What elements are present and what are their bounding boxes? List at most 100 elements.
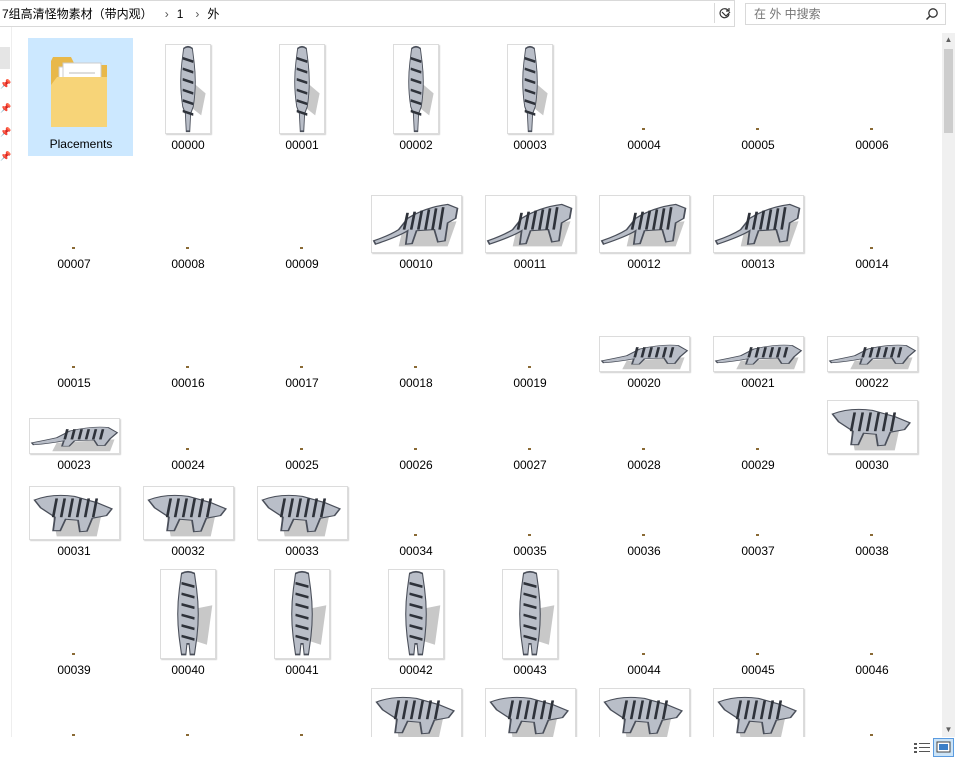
empty-thumbnail[interactable] <box>72 653 75 655</box>
file-name-label: 00045 <box>741 663 775 677</box>
file-thumbnail[interactable] <box>371 688 462 737</box>
tiger-sprite-image <box>375 696 455 737</box>
file-thumbnail[interactable] <box>29 418 120 454</box>
empty-thumbnail[interactable] <box>414 534 417 536</box>
refresh-button[interactable] <box>714 3 734 23</box>
empty-thumbnail[interactable] <box>642 128 645 130</box>
empty-thumbnail[interactable] <box>186 366 189 368</box>
large-icons-view-button[interactable] <box>933 738 954 757</box>
file-thumbnail[interactable] <box>599 195 690 253</box>
breadcrumb: 7组高清怪物素材（带内观） › 1 › 外 <box>0 5 717 22</box>
address-bar[interactable]: 7组高清怪物素材（带内观） › 1 › 外 <box>0 0 735 27</box>
empty-thumbnail[interactable] <box>186 247 189 249</box>
empty-thumbnail[interactable] <box>756 128 759 130</box>
file-thumbnail[interactable] <box>388 569 444 659</box>
empty-thumbnail[interactable] <box>756 653 759 655</box>
tiger-sprite-image <box>717 696 797 737</box>
empty-thumbnail[interactable] <box>300 448 303 450</box>
chevron-right-icon[interactable]: › <box>159 7 175 21</box>
pin-icon: 📌 <box>0 79 12 89</box>
breadcrumb-item-1[interactable]: 1 <box>175 7 190 21</box>
empty-thumbnail[interactable] <box>414 448 417 450</box>
details-view-icon[interactable] <box>913 740 931 756</box>
empty-thumbnail[interactable] <box>642 653 645 655</box>
folder-label: Placements <box>49 137 113 151</box>
file-name-label: 00027 <box>513 458 547 472</box>
scroll-up-arrow-icon[interactable]: ▲ <box>942 33 955 47</box>
file-thumbnail[interactable] <box>165 44 211 134</box>
file-thumbnail[interactable] <box>371 195 462 253</box>
file-thumbnail[interactable] <box>274 569 330 659</box>
empty-thumbnail[interactable] <box>300 366 303 368</box>
empty-thumbnail[interactable] <box>870 128 873 130</box>
file-thumbnail[interactable] <box>599 688 690 737</box>
nav-selected-item[interactable] <box>0 47 10 69</box>
file-list-view[interactable]: Placements 00000 00001 00002 00003 00004 0000… <box>14 27 940 737</box>
file-thumbnail[interactable] <box>393 44 439 134</box>
empty-thumbnail[interactable] <box>642 448 645 450</box>
empty-thumbnail[interactable] <box>870 247 873 249</box>
vertical-scrollbar[interactable]: ▲ ▼ <box>942 33 955 737</box>
file-name-label: 00035 <box>513 544 547 558</box>
empty-thumbnail[interactable] <box>528 448 531 450</box>
search-box[interactable] <box>745 3 946 25</box>
empty-thumbnail[interactable] <box>870 534 873 536</box>
breadcrumb-item-current[interactable]: 外 <box>205 5 225 22</box>
file-name-label: 00018 <box>399 376 433 390</box>
empty-thumbnail[interactable] <box>72 734 75 736</box>
file-thumbnail[interactable] <box>29 486 120 540</box>
empty-thumbnail[interactable] <box>870 653 873 655</box>
tiger-sprite-image <box>291 570 327 656</box>
empty-thumbnail[interactable] <box>300 247 303 249</box>
tiger-sprite-image <box>294 45 320 133</box>
file-thumbnail[interactable] <box>713 688 804 737</box>
file-thumbnail[interactable] <box>279 44 325 134</box>
file-thumbnail[interactable] <box>143 486 234 540</box>
file-name-label: 00043 <box>513 663 547 677</box>
chevron-right-icon[interactable]: › <box>189 7 205 21</box>
file-thumbnail[interactable] <box>485 195 576 253</box>
tiger-sprite-image <box>486 203 573 247</box>
file-thumbnail[interactable] <box>257 486 348 540</box>
search-input[interactable] <box>754 7 914 21</box>
file-thumbnail[interactable] <box>713 336 804 372</box>
empty-thumbnail[interactable] <box>756 448 759 450</box>
empty-thumbnail[interactable] <box>528 366 531 368</box>
scroll-down-arrow-icon[interactable]: ▼ <box>942 723 955 737</box>
tiger-sprite-image <box>30 426 119 452</box>
file-thumbnail[interactable] <box>507 44 553 134</box>
empty-thumbnail[interactable] <box>642 534 645 536</box>
file-thumbnail[interactable] <box>485 688 576 737</box>
empty-thumbnail[interactable] <box>414 366 417 368</box>
file-thumbnail[interactable] <box>827 400 918 454</box>
status-bar <box>0 737 955 759</box>
file-name-label: 00013 <box>741 257 775 271</box>
file-name-label: 00016 <box>171 376 205 390</box>
empty-thumbnail[interactable] <box>72 366 75 368</box>
file-thumbnail[interactable] <box>713 195 804 253</box>
file-name-label: 00007 <box>57 257 91 271</box>
empty-thumbnail[interactable] <box>186 734 189 736</box>
tiger-sprite-image <box>489 696 569 737</box>
file-name-label: 00019 <box>513 376 547 390</box>
empty-thumbnail[interactable] <box>186 448 189 450</box>
file-name-label: 00030 <box>855 458 889 472</box>
folder-item-placements[interactable]: Placements <box>28 38 133 156</box>
empty-thumbnail[interactable] <box>72 247 75 249</box>
file-name-label: 00004 <box>627 138 661 152</box>
breadcrumb-item-root[interactable]: 7组高清怪物素材（带内观） <box>0 5 159 22</box>
file-thumbnail[interactable] <box>160 569 216 659</box>
empty-thumbnail[interactable] <box>756 534 759 536</box>
empty-thumbnail[interactable] <box>870 734 873 736</box>
tiger-sprite-image <box>714 203 801 247</box>
file-thumbnail[interactable] <box>827 336 918 372</box>
file-thumbnail[interactable] <box>502 569 558 659</box>
navigation-pane[interactable]: 📌 📌 📌 📌 <box>0 27 12 737</box>
search-icon[interactable] <box>925 7 939 21</box>
empty-thumbnail[interactable] <box>300 734 303 736</box>
file-thumbnail[interactable] <box>599 336 690 372</box>
scrollbar-thumb[interactable] <box>944 49 953 133</box>
pin-icon: 📌 <box>0 127 12 137</box>
file-name-label: 00046 <box>855 663 889 677</box>
empty-thumbnail[interactable] <box>528 534 531 536</box>
